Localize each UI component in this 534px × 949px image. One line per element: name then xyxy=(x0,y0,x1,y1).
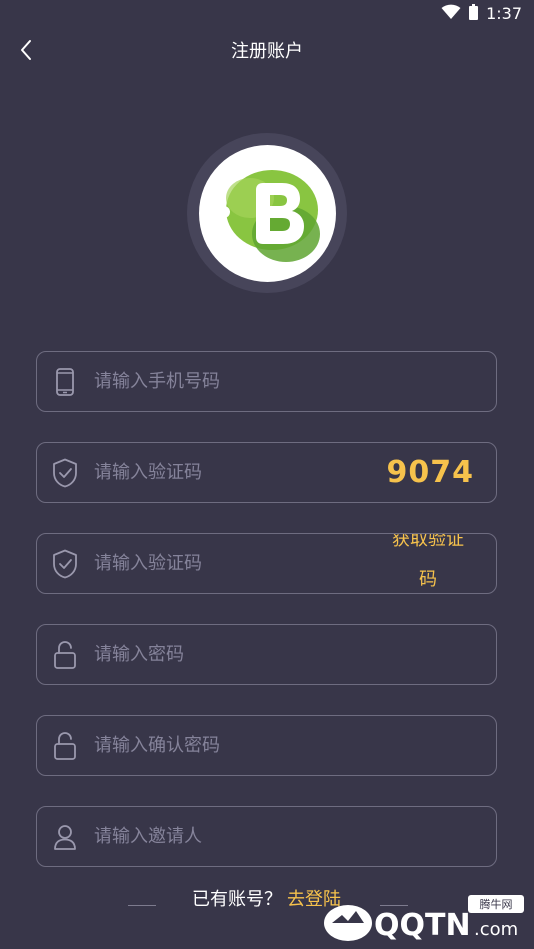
logo-badge xyxy=(198,144,336,282)
app-logo xyxy=(187,133,347,293)
phone-icon xyxy=(51,367,79,397)
user-icon xyxy=(51,822,79,852)
phone-field xyxy=(36,351,497,412)
password-field xyxy=(36,624,497,685)
get-code-label: 获取验证码 xyxy=(392,534,464,590)
captcha-image[interactable]: 9074 xyxy=(387,455,475,491)
shield-check-icon xyxy=(51,549,79,579)
lock-icon xyxy=(51,640,79,670)
wifi-icon xyxy=(441,4,461,24)
captcha-field: 9074 xyxy=(36,442,497,503)
have-account-text: 已有账号？ xyxy=(192,889,282,910)
status-bar: 1:37 xyxy=(0,0,534,30)
app-bar: 注册账户 xyxy=(0,30,534,74)
inviter-input[interactable] xyxy=(94,807,374,865)
status-time: 1:37 xyxy=(486,4,522,23)
shield-check-icon xyxy=(51,458,79,488)
password-input[interactable] xyxy=(94,625,374,683)
sms-code-input[interactable] xyxy=(94,534,374,592)
get-code-button[interactable]: 获取验证码 xyxy=(386,534,470,592)
status-indicators: 1:37 xyxy=(441,4,522,24)
watermark-logo: QQTN .com 腾牛网 xyxy=(322,893,532,945)
svg-text:.com: .com xyxy=(474,919,518,940)
page-title: 注册账户 xyxy=(231,41,303,62)
divider xyxy=(128,905,156,906)
lock-icon xyxy=(51,731,79,761)
confirm-password-input[interactable] xyxy=(94,716,374,774)
svg-text:腾牛网: 腾牛网 xyxy=(480,897,513,911)
battery-icon xyxy=(469,4,479,24)
inviter-field xyxy=(36,806,497,867)
confirm-password-field xyxy=(36,715,497,776)
logo-b-icon xyxy=(218,170,320,262)
svg-text:QQTN: QQTN xyxy=(374,908,471,943)
sms-code-field: 获取验证码 xyxy=(36,533,497,594)
phone-input[interactable] xyxy=(94,352,374,410)
captcha-input[interactable] xyxy=(94,443,374,501)
